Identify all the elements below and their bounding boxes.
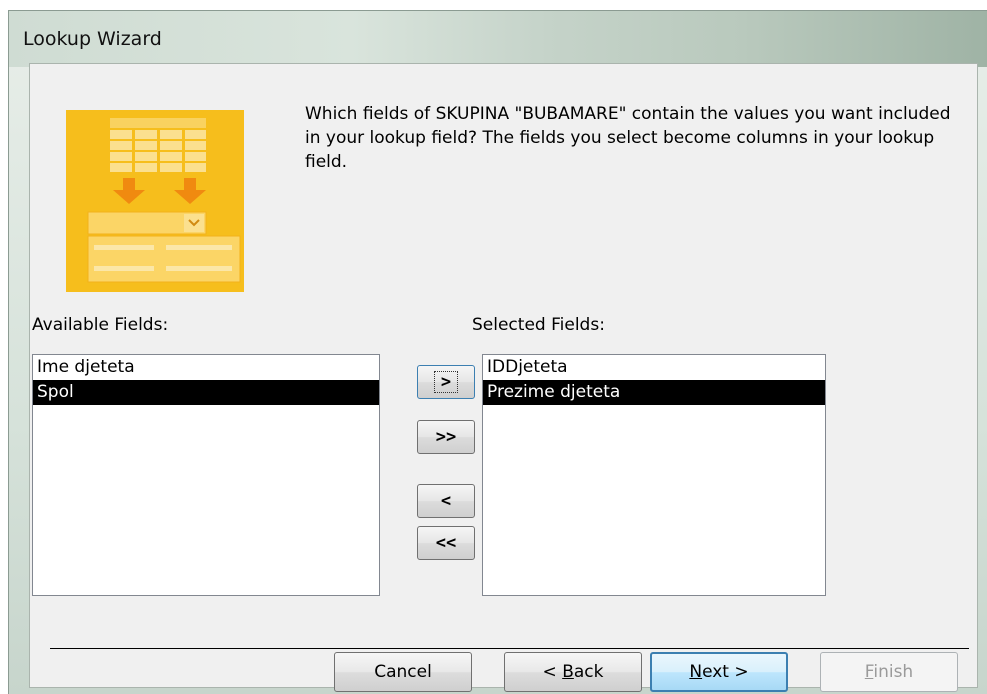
next-access-key: N	[689, 662, 703, 682]
cancel-button[interactable]: Cancel	[334, 652, 472, 692]
back-button[interactable]: < Back	[504, 652, 642, 692]
finish-label: Finish	[865, 662, 913, 682]
next-label: Next >	[689, 662, 748, 682]
add-all-label: >>	[435, 427, 457, 447]
finish-button: Finish	[820, 652, 958, 692]
available-fields-list[interactable]: Ime djeteta Spol	[32, 354, 380, 596]
add-field-button[interactable]: >	[417, 365, 475, 399]
list-item[interactable]: IDDjeteta	[483, 355, 825, 380]
lookup-wizard-illustration-icon	[66, 110, 244, 292]
window-title: Lookup Wizard	[23, 28, 162, 50]
available-fields-label: Available Fields:	[32, 315, 169, 335]
list-item[interactable]: Ime djeteta	[33, 355, 379, 380]
back-access-key: B	[562, 662, 574, 682]
list-item[interactable]: Prezime djeteta	[483, 380, 825, 405]
back-prefix: <	[542, 662, 563, 682]
title-bar[interactable]: Lookup Wizard	[9, 11, 987, 67]
cancel-label: Cancel	[374, 662, 432, 682]
add-all-fields-button[interactable]: >>	[417, 420, 475, 454]
back-rest: ack	[573, 662, 604, 682]
lookup-wizard-window: Lookup Wizard Which fields of SKUPINA "B…	[8, 10, 987, 694]
next-button[interactable]: Next >	[650, 652, 788, 692]
wizard-body: Which fields of SKUPINA "BUBAMARE" conta…	[29, 63, 978, 692]
remove-all-fields-button[interactable]: <<	[417, 526, 475, 560]
selected-fields-list[interactable]: IDDjeteta Prezime djeteta	[482, 354, 826, 596]
add-field-label: >	[433, 371, 459, 393]
remove-field-button[interactable]: <	[417, 484, 475, 518]
remove-all-label: <<	[435, 533, 457, 553]
selected-fields-label: Selected Fields:	[472, 315, 605, 335]
finish-rest: inish	[873, 662, 914, 682]
instruction-text: Which fields of SKUPINA "BUBAMARE" conta…	[305, 104, 951, 172]
remove-field-label: <	[440, 491, 452, 511]
next-rest: ext >	[702, 662, 749, 682]
back-label: < Back	[543, 662, 604, 682]
footer-separator	[50, 648, 969, 649]
list-item[interactable]: Spol	[33, 380, 379, 405]
